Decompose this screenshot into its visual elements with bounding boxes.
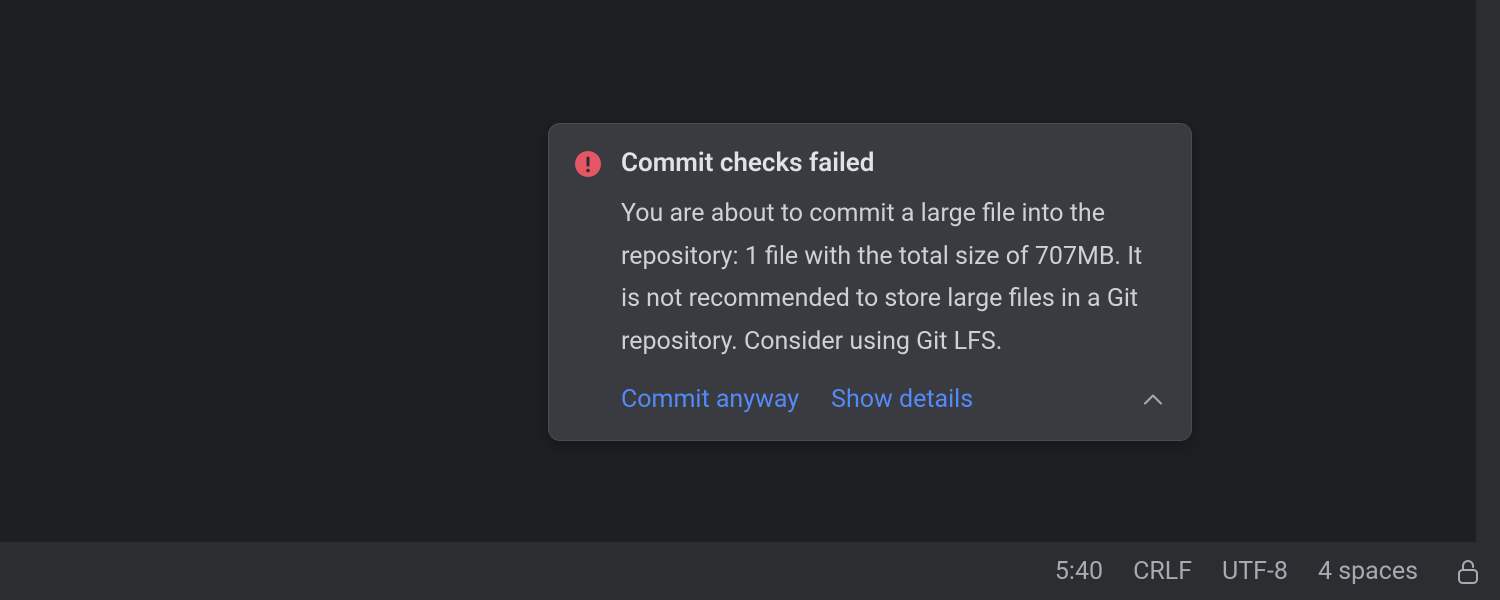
- notification-title: Commit checks failed: [621, 148, 1165, 179]
- commit-anyway-link[interactable]: Commit anyway: [621, 385, 799, 414]
- error-icon: [575, 151, 601, 177]
- lock-icon[interactable]: [1456, 558, 1480, 584]
- line-separator[interactable]: CRLF: [1133, 557, 1192, 586]
- notification-body: You are about to commit a large file int…: [621, 193, 1165, 363]
- vertical-scrollbar[interactable]: [1476, 0, 1500, 542]
- notification-popup: Commit checks failed You are about to co…: [548, 123, 1192, 441]
- status-bar: 5:40 CRLF UTF-8 4 spaces: [0, 542, 1500, 600]
- chevron-up-icon[interactable]: [1141, 388, 1165, 412]
- cursor-position[interactable]: 5:40: [1055, 557, 1103, 586]
- indent-setting[interactable]: 4 spaces: [1318, 557, 1418, 586]
- show-details-link[interactable]: Show details: [831, 385, 973, 414]
- file-encoding[interactable]: UTF-8: [1222, 557, 1288, 586]
